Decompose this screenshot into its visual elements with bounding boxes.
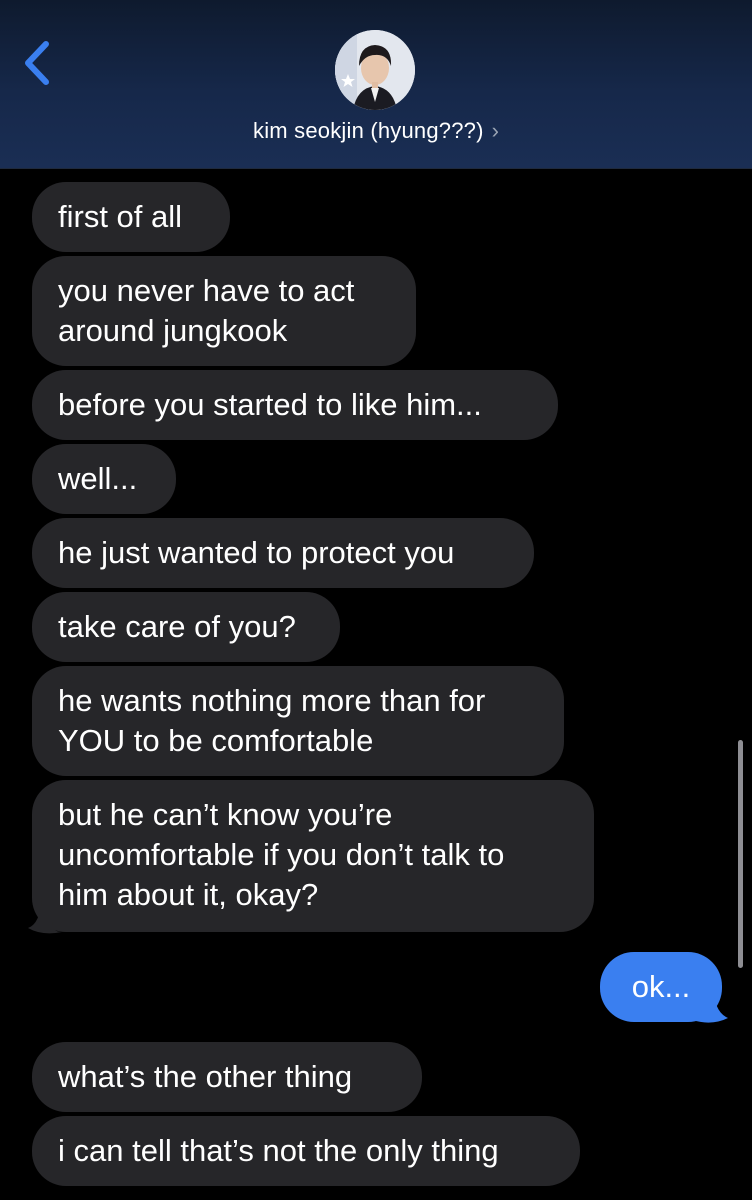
incoming-message-bubble[interactable]: first of all — [32, 182, 230, 252]
conversation-header: kim seokjin (hyung???) › — [0, 0, 752, 169]
back-button[interactable] — [18, 38, 62, 88]
contact-name-row[interactable]: kim seokjin (hyung???) › — [0, 118, 752, 144]
incoming-message-bubble[interactable]: but he can’t know you’re uncomfortable i… — [32, 780, 594, 932]
outgoing-bubble-tail — [692, 988, 728, 1023]
incoming-message-bubble[interactable]: you never have to act around jungkook — [32, 256, 416, 366]
messages-screen: kim seokjin (hyung???) › first of all you… — [0, 0, 752, 1200]
chevron-right-icon: › — [491, 118, 499, 143]
incoming-message-bubble[interactable]: what’s the other thing — [32, 1042, 422, 1112]
incoming-bubble-tail — [28, 898, 62, 934]
contact-name: kim seokjin (hyung???) — [253, 118, 484, 143]
incoming-message-bubble[interactable]: before you started to like him... — [32, 370, 558, 440]
incoming-message-bubble[interactable]: he wants nothing more than for YOU to be… — [32, 666, 564, 776]
chevron-left-icon — [25, 41, 49, 85]
contact-avatar[interactable] — [335, 30, 415, 110]
incoming-message-bubble[interactable]: i can tell that’s not the only thing — [32, 1116, 580, 1186]
incoming-message-bubble[interactable]: well... — [32, 444, 176, 514]
scrollbar[interactable] — [738, 740, 743, 968]
incoming-message-bubble[interactable]: take care of you? — [32, 592, 340, 662]
incoming-message-bubble[interactable]: he just wanted to protect you — [32, 518, 534, 588]
avatar-portrait-image — [335, 30, 415, 110]
